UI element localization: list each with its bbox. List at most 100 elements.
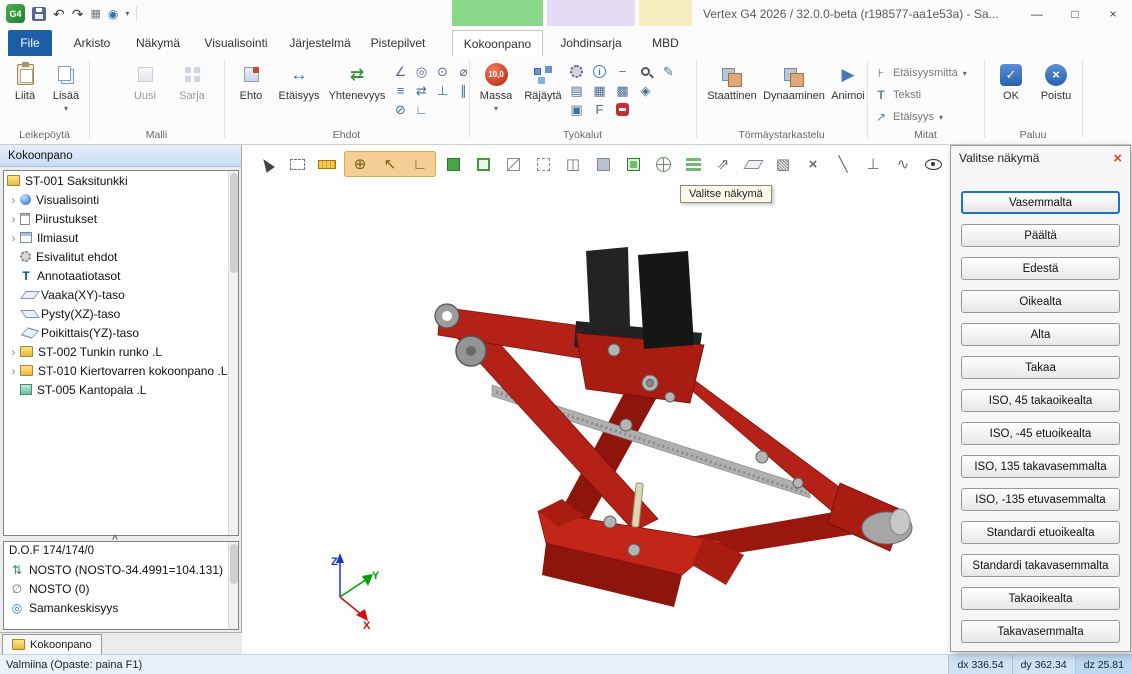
view-button-oikealta[interactable]: Oikealta [961, 290, 1120, 313]
select-cursor-icon[interactable] [254, 152, 280, 176]
expand-chevron-icon[interactable]: › [7, 364, 20, 378]
tab-pistepilvet[interactable]: Pistepilvet [361, 30, 435, 56]
tree-item[interactable]: ST-005 Kantopala .L [4, 380, 238, 399]
tab-file[interactable]: File [8, 30, 52, 56]
qat-dropdown-icon[interactable]: ▾ [125, 9, 129, 18]
coincident-constraint-icon[interactable]: ≡ [390, 81, 411, 100]
snap-cursor-icon[interactable]: ↖ [377, 152, 403, 176]
minus-icon[interactable]: − [612, 62, 633, 81]
edit-icon[interactable]: ✎ [658, 62, 679, 81]
expand-chevron-icon[interactable]: › [7, 212, 20, 226]
app-logo[interactable]: G4 [6, 4, 25, 23]
explode-button[interactable]: Räjäytä [519, 61, 567, 102]
view-button-takaoikealta[interactable]: Takaoikealta [961, 587, 1120, 610]
record-icon[interactable]: ◉ [108, 5, 118, 23]
add-button[interactable]: Lisää ▾ [47, 61, 85, 112]
dynamic-collision-button[interactable]: Dynaaminen [762, 61, 826, 102]
view-button-standardi-takavasemmalta[interactable]: Standardi takavasemmalta [961, 554, 1120, 577]
distance-constraint-button[interactable]: ↔ Etäisyys [274, 61, 324, 102]
tree-item[interactable]: › Visualisointi [4, 190, 238, 209]
undo-icon[interactable]: ↶ [53, 5, 65, 23]
view-button-iso135[interactable]: ISO, 135 takavasemmalta [961, 455, 1120, 478]
tab-nakyma[interactable]: Näkymä [127, 30, 189, 56]
gem-icon[interactable]: ◈ [635, 81, 656, 100]
ok-button[interactable]: ✓ OK [991, 61, 1031, 102]
dialog-titlebar[interactable]: Valitse näkymä × [951, 146, 1130, 170]
tab-jarjestelma[interactable]: Järjestelmä [283, 30, 357, 56]
animate-button[interactable]: ▶ Animoi [828, 61, 868, 102]
function-key-icon[interactable]: F [589, 100, 610, 119]
layers-icon[interactable] [680, 152, 706, 176]
constraint-item[interactable]: ⇅ NOSTO (NOSTO-34.4991=104.131) [4, 560, 238, 579]
maximize-button[interactable]: □ [1056, 0, 1094, 28]
grid-icon[interactable]: ▦ [589, 81, 610, 100]
batch-icon[interactable]: ▦ [90, 5, 100, 23]
mass-button[interactable]: 10,0 Massa ▾ [474, 61, 518, 112]
close-button[interactable]: × [1094, 0, 1132, 28]
tree-item[interactable]: › ST-010 Kiertovarren kokoonpano .L [4, 361, 238, 380]
export-view-icon[interactable]: ⇗ [710, 152, 736, 176]
measure-wave-icon[interactable]: ∿ [890, 152, 916, 176]
gray-cube-icon[interactable] [590, 152, 616, 176]
shaded-cube-icon[interactable] [440, 152, 466, 176]
view-button-standardi-etuoikealta[interactable]: Standardi etuoikealta [961, 521, 1120, 544]
view-button-paalta[interactable]: Päältä [961, 224, 1120, 247]
coincidence-button[interactable]: ⇄ Yhtenevyys [325, 61, 389, 102]
exit-button[interactable]: × Poistu [1033, 61, 1079, 102]
tab-arkisto[interactable]: Arkisto [62, 30, 122, 56]
tree-item[interactable]: Vaaka(XY)-taso [4, 285, 238, 304]
tab-kokoonpano-panel[interactable]: Kokoonpano [2, 634, 102, 654]
text-dimension-row[interactable]: T Teksti [874, 88, 921, 102]
distance-measure-row[interactable]: ⊦ Etäisyysmitta ▾ [874, 66, 967, 80]
distance-row[interactable]: ↗ Etäisyys ▾ [874, 110, 943, 124]
concentric-constraint-icon[interactable]: ◎ [411, 62, 432, 81]
dialog-close-icon[interactable]: × [1113, 151, 1122, 166]
scrollbar-thumb[interactable] [230, 544, 238, 584]
box-select-icon[interactable] [284, 152, 310, 176]
static-collision-button[interactable]: Staattinen [703, 61, 761, 102]
parallel-constraint-icon[interactable]: ∥ [453, 81, 474, 100]
view-button-takaa[interactable]: Takaa [961, 356, 1120, 379]
expand-chevron-icon[interactable]: › [7, 231, 20, 245]
shaded-edges-cube-icon[interactable] [470, 152, 496, 176]
view-button-takavasemmalta[interactable]: Takavasemmalta [961, 620, 1120, 643]
delete-view-icon[interactable]: × [800, 152, 826, 176]
view-button-iso-45[interactable]: ISO, -45 etuoikealta [961, 422, 1120, 445]
corner-constraint-icon[interactable]: ∟ [411, 100, 432, 119]
tree-item[interactable]: Esivalitut ehdot [4, 247, 238, 266]
view-button-iso45[interactable]: ISO, 45 takaoikealta [961, 389, 1120, 412]
wireframe-cube-icon[interactable] [500, 152, 526, 176]
sheet-plane-icon[interactable] [740, 152, 766, 176]
scissor-jack-model[interactable] [435, 247, 912, 607]
constraint-button[interactable]: Ehto [230, 61, 272, 102]
gear-icon[interactable] [566, 62, 587, 81]
table-icon[interactable]: ▤ [566, 81, 587, 100]
angle-constraint-icon[interactable]: ∠ [390, 62, 411, 81]
tab-mbd[interactable]: MBD [639, 30, 692, 56]
expand-chevron-icon[interactable]: › [7, 193, 20, 207]
tangent-constraint-icon[interactable]: ⊙ [432, 62, 453, 81]
boxed-icon[interactable]: ▣ [566, 100, 587, 119]
magic-wand-icon[interactable]: ╲ [830, 152, 856, 176]
half-section-cube-icon[interactable]: ◫ [560, 152, 586, 176]
shadow-cube-icon[interactable]: ▧ [770, 152, 796, 176]
pattern-grid-icon[interactable]: ▩ [612, 81, 633, 100]
constraint-item[interactable]: ◎ Samankeskisyys [4, 598, 238, 617]
view-button-edesta[interactable]: Edestä [961, 257, 1120, 280]
tree-item-root[interactable]: ST-001 Saksitunkki [4, 171, 238, 190]
view-button-vasemmalta[interactable]: Vasemmalta [961, 191, 1120, 214]
tab-johdinsarja[interactable]: Johdinsarja [547, 30, 635, 56]
view-button-alta[interactable]: Alta [961, 323, 1120, 346]
tree-item[interactable]: › ST-002 Tunkin runko .L [4, 342, 238, 361]
new-part-button[interactable]: Uusi [124, 61, 166, 102]
diameter-constraint-icon[interactable]: ⌀ [453, 62, 474, 81]
info-icon[interactable]: i [589, 62, 610, 81]
snap-corner-icon[interactable]: ∟ [407, 152, 433, 176]
minimize-button[interactable]: — [1018, 0, 1056, 28]
tree-item[interactable]: › Ilmiasut [4, 228, 238, 247]
lock-constraint-icon[interactable]: ⊘ [390, 100, 411, 119]
hidden-lines-cube-icon[interactable] [530, 152, 556, 176]
constraint-item[interactable]: ∅ NOSTO (0) [4, 579, 238, 598]
save-icon[interactable] [32, 7, 46, 21]
symmetry-constraint-icon[interactable]: ⇄ [411, 81, 432, 100]
